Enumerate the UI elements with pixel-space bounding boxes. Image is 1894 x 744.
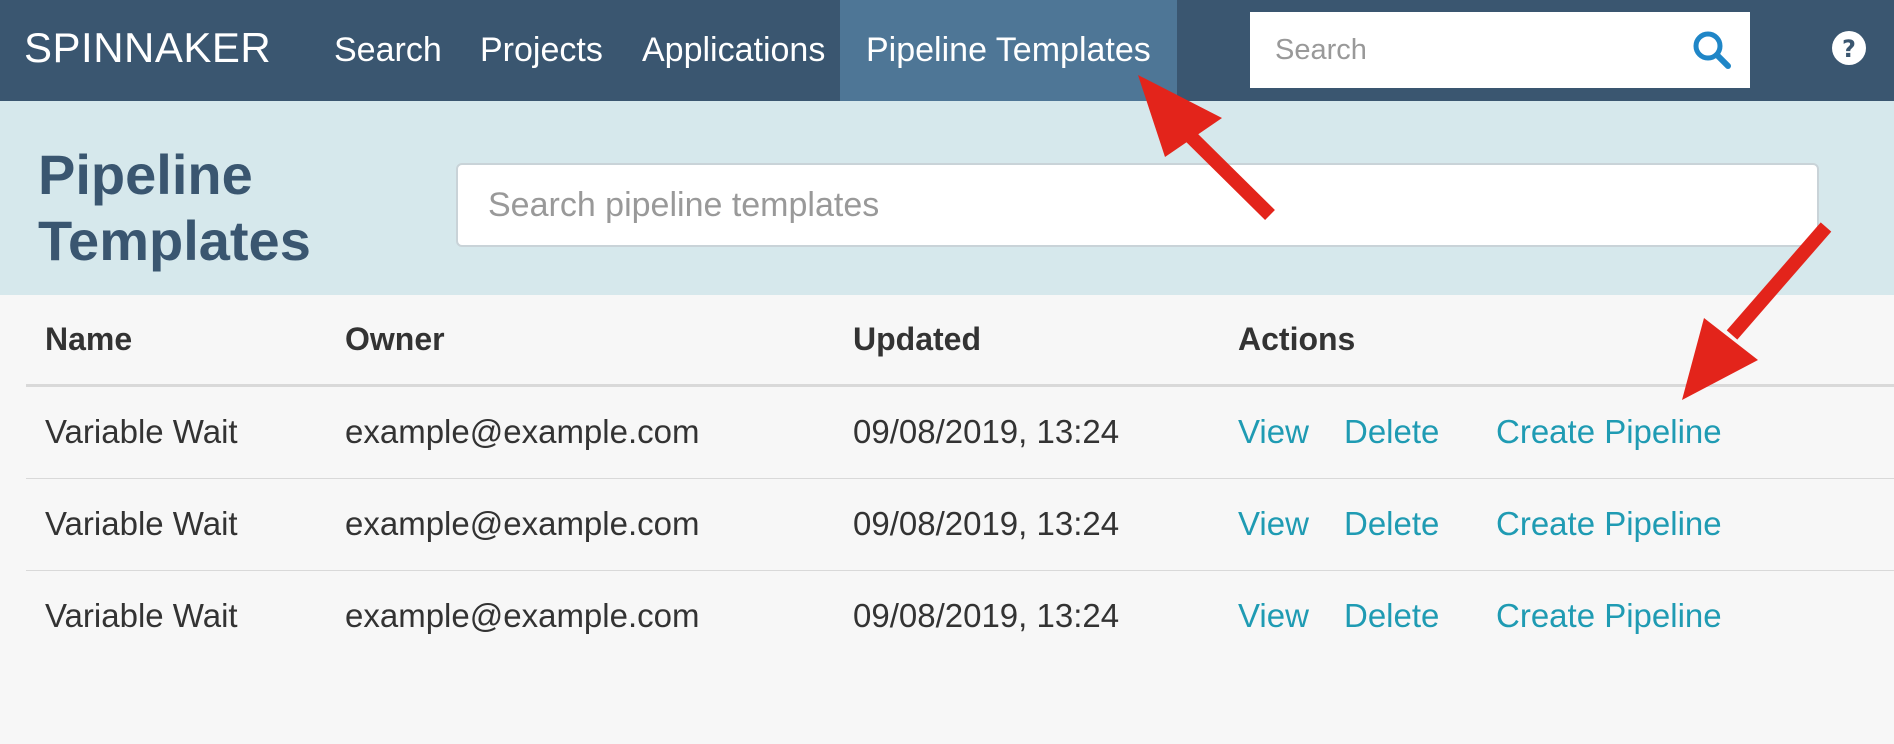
column-header-name[interactable]: Name	[45, 321, 132, 358]
template-updated: 09/08/2019, 13:24	[853, 413, 1120, 450]
column-header-actions: Actions	[1238, 321, 1356, 357]
global-search	[1250, 12, 1750, 88]
delete-link[interactable]: Delete	[1344, 505, 1439, 543]
brand-logo[interactable]: SPINNAKER	[24, 24, 271, 72]
template-updated: 09/08/2019, 13:24	[853, 505, 1120, 542]
template-updated: 09/08/2019, 13:24	[853, 597, 1120, 634]
template-owner: example@example.com	[345, 505, 700, 542]
templates-table: Name Owner Updated Actions Variable Wait…	[26, 295, 1894, 663]
nav-item-search[interactable]: Search	[308, 0, 468, 101]
view-link[interactable]: View	[1238, 413, 1309, 451]
nav-item-projects[interactable]: Projects	[454, 0, 629, 101]
template-owner: example@example.com	[345, 413, 700, 450]
table-row: Variable Wait example@example.com 09/08/…	[26, 387, 1894, 479]
table-row: Variable Wait example@example.com 09/08/…	[26, 571, 1894, 663]
template-name: Variable Wait	[45, 505, 238, 542]
global-search-input[interactable]	[1250, 12, 1670, 88]
create-pipeline-link[interactable]: Create Pipeline	[1496, 505, 1722, 543]
column-header-owner[interactable]: Owner	[345, 321, 445, 358]
create-pipeline-link[interactable]: Create Pipeline	[1496, 413, 1722, 451]
svg-text:?: ?	[1842, 35, 1856, 63]
create-pipeline-link[interactable]: Create Pipeline	[1496, 597, 1722, 635]
table-header-row: Name Owner Updated Actions	[26, 295, 1894, 387]
nav-item-pipeline-templates[interactable]: Pipeline Templates	[840, 0, 1177, 101]
template-filter-input[interactable]	[456, 163, 1819, 247]
view-link[interactable]: View	[1238, 505, 1309, 543]
nav-item-applications[interactable]: Applications	[616, 0, 851, 101]
table-row: Variable Wait example@example.com 09/08/…	[26, 479, 1894, 571]
top-nav-bar: SPINNAKER Search Projects Applications P…	[0, 0, 1894, 101]
page-title: Pipeline Templates	[38, 143, 311, 272]
view-link[interactable]: View	[1238, 597, 1309, 635]
template-name: Variable Wait	[45, 597, 238, 634]
template-name: Variable Wait	[45, 413, 238, 450]
delete-link[interactable]: Delete	[1344, 413, 1439, 451]
search-icon[interactable]	[1690, 28, 1734, 72]
column-header-updated[interactable]: Updated	[853, 321, 981, 358]
help-icon[interactable]: ?	[1831, 30, 1867, 66]
delete-link[interactable]: Delete	[1344, 597, 1439, 635]
template-owner: example@example.com	[345, 597, 700, 634]
